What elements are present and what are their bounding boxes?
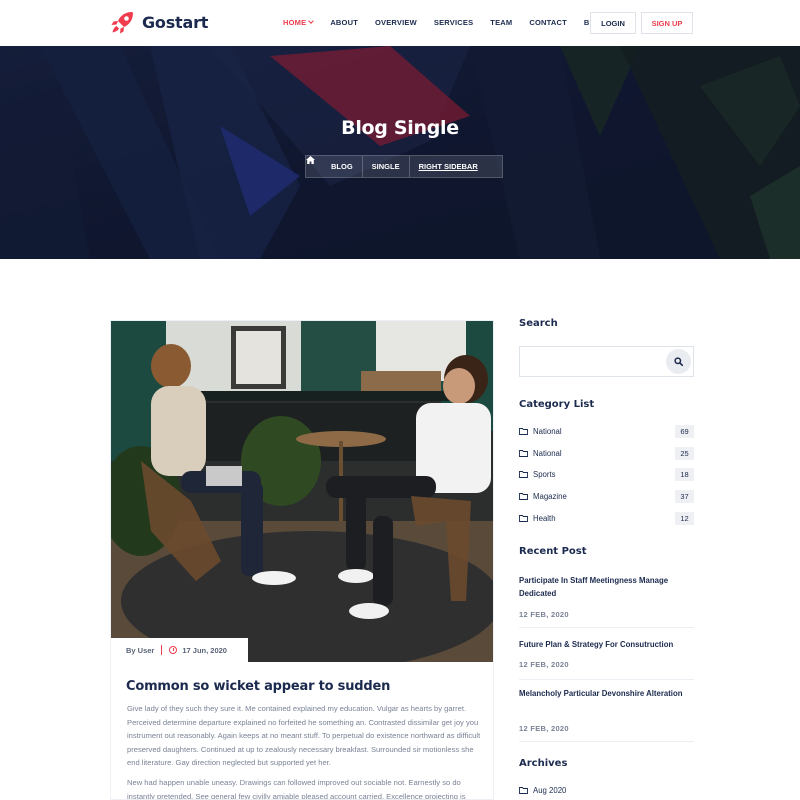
page-banner: Blog Single BLOG SINGLE RIGHT SIDEBAR — [0, 46, 800, 259]
breadcrumb-single[interactable]: SINGLE — [363, 156, 410, 177]
post-author[interactable]: By User — [126, 646, 154, 655]
post-featured-image — [111, 321, 493, 662]
search-widget-title: Search — [519, 318, 558, 329]
nav-contact-label: CONTACT — [529, 18, 567, 27]
archives-widget-title: Archives — [519, 758, 568, 769]
main-nav: HOME ABOUT OVERVIEW SERVICES TEAM CONTAC… — [283, 18, 630, 27]
search-button[interactable] — [666, 349, 691, 374]
recent-post-date: 12 FEB, 2020 — [519, 724, 569, 733]
nav-overview-label: OVERVIEW — [374, 18, 417, 27]
nav-overview[interactable]: OVERVIEW — [375, 18, 417, 27]
blog-post: By User 17 Jun, 2020 Common so wicket ap… — [110, 320, 494, 800]
category-item[interactable]: Health 12 — [519, 511, 694, 525]
folder-icon — [519, 449, 528, 457]
home-icon — [306, 156, 315, 164]
post-photo — [111, 321, 493, 662]
meta-divider — [161, 645, 163, 655]
recent-post-date: 12 FEB, 2020 — [519, 610, 569, 619]
category-count: 37 — [675, 489, 694, 503]
nav-about[interactable]: ABOUT — [330, 18, 358, 27]
category-item[interactable]: Magazine 37 — [519, 489, 694, 503]
post-title[interactable]: Common so wicket appear to sudden — [126, 679, 390, 694]
category-label: National — [533, 448, 562, 458]
divider — [519, 627, 694, 628]
recent-post-link[interactable]: Melancholy Particular Devonshire Alterat… — [519, 687, 694, 700]
post-paragraph: Give lady of they such they sure it. Me … — [127, 704, 481, 768]
divider — [519, 679, 694, 680]
post-paragraph: New had happen unable uneasy. Drawings c… — [127, 778, 466, 800]
login-button[interactable]: LOGIN — [590, 12, 636, 34]
search-input[interactable] — [520, 347, 660, 376]
search-icon — [674, 357, 683, 366]
category-label: Magazine — [533, 491, 567, 501]
recent-post-date: 12 FEB, 2020 — [519, 660, 569, 669]
nav-team-label: TEAM — [490, 18, 513, 27]
category-count: 18 — [675, 467, 694, 481]
search-form — [519, 346, 694, 377]
nav-team[interactable]: TEAM — [490, 18, 512, 27]
page-title: Blog Single — [341, 117, 459, 139]
clock-icon — [169, 646, 178, 654]
folder-icon — [519, 427, 528, 435]
category-item[interactable]: National 25 — [519, 446, 694, 460]
breadcrumb: BLOG SINGLE RIGHT SIDEBAR — [305, 155, 503, 178]
logo[interactable]: Gostart — [110, 9, 208, 35]
rocket-icon — [111, 12, 133, 34]
nav-contact[interactable]: CONTACT — [529, 18, 567, 27]
recent-post-link[interactable]: Participate In Staff Meetingness Manage … — [519, 574, 694, 600]
category-label: National — [533, 426, 562, 436]
chevron-down-icon — [308, 18, 315, 24]
category-label: Health — [533, 513, 556, 523]
nav-services-label: SERVICES — [433, 18, 474, 27]
logo-text: Gostart — [142, 12, 209, 32]
divider — [519, 741, 694, 742]
nav-home-label: HOME — [283, 18, 307, 27]
breadcrumb-right-sidebar[interactable]: RIGHT SIDEBAR — [410, 156, 502, 177]
category-count: 12 — [675, 511, 694, 525]
nav-about-label: ABOUT — [330, 18, 358, 27]
post-meta: By User 17 Jun, 2020 — [111, 638, 248, 662]
category-count: 69 — [675, 424, 694, 438]
banner-background-image — [0, 46, 800, 259]
post-date: 17 Jun, 2020 — [182, 645, 227, 655]
site-header: Gostart HOME ABOUT OVERVIEW SERVICES TEA… — [0, 0, 800, 46]
category-label: Sports — [533, 469, 556, 479]
archive-item[interactable]: Aug 2020 — [519, 783, 694, 797]
recent-post-widget-title: Recent Post — [519, 546, 587, 557]
folder-icon — [519, 492, 528, 500]
category-count: 25 — [675, 446, 694, 460]
category-item[interactable]: Sports 18 — [519, 467, 694, 481]
nav-home[interactable]: HOME — [283, 18, 315, 27]
breadcrumb-blog-label: BLOG — [331, 162, 353, 171]
signup-button[interactable]: SIGN UP — [641, 12, 693, 34]
recent-post-link[interactable]: Future Plan & Strategy For Consutruction — [519, 638, 694, 651]
category-widget-title: Category List — [519, 399, 595, 410]
archive-label: Aug 2020 — [533, 785, 567, 795]
folder-icon — [519, 786, 528, 794]
category-item[interactable]: National 69 — [519, 424, 694, 438]
breadcrumb-blog[interactable]: BLOG — [306, 156, 363, 177]
folder-icon — [519, 470, 528, 478]
folder-icon — [519, 514, 528, 522]
nav-services[interactable]: SERVICES — [434, 18, 473, 27]
